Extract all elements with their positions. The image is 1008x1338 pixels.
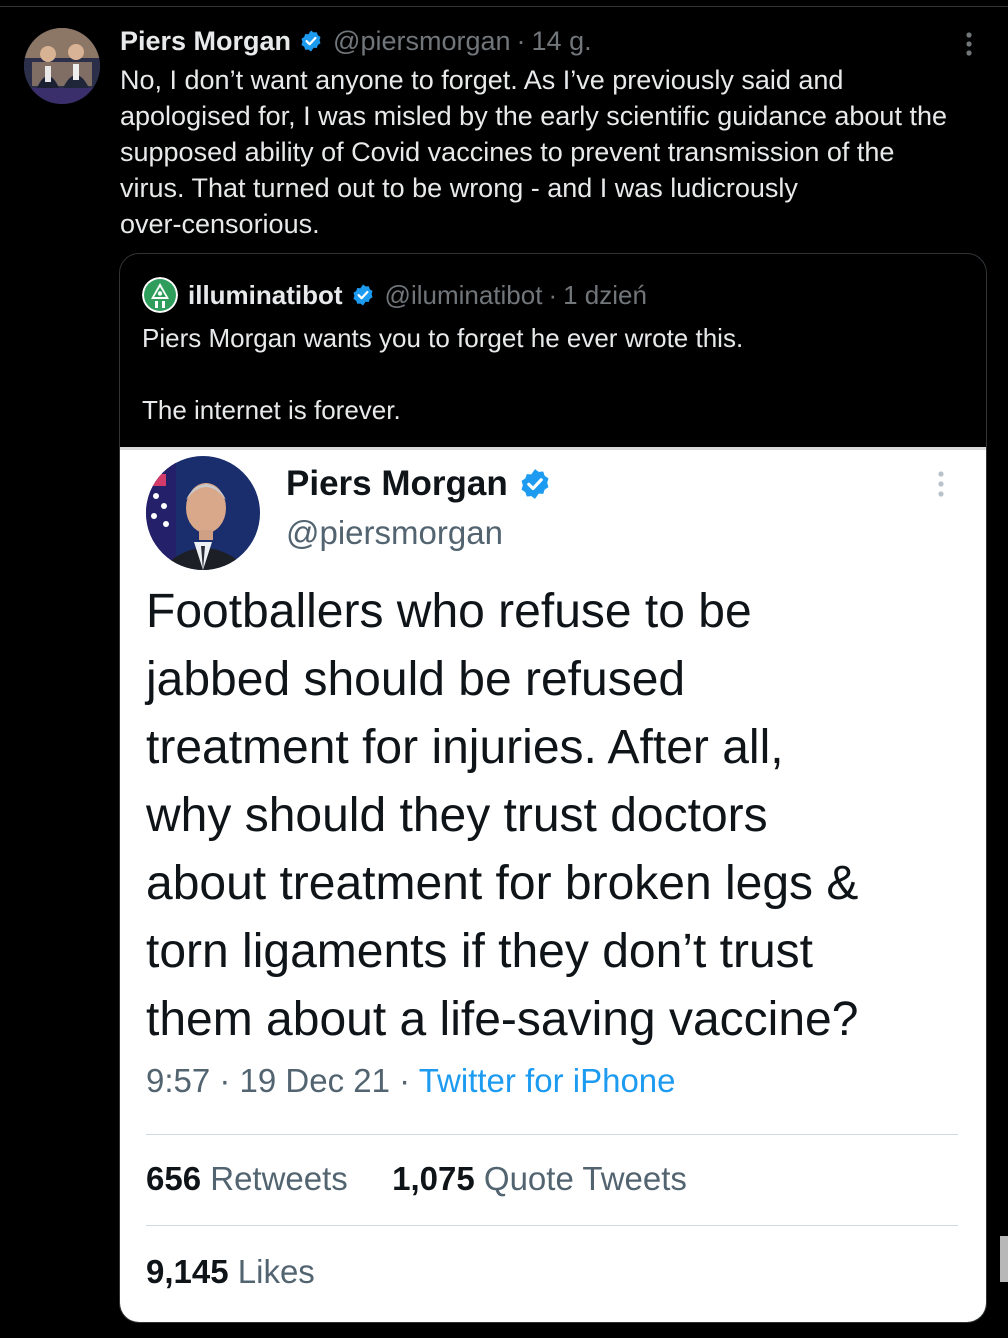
quoted-text-line: Piers Morgan wants you to forget he ever… bbox=[142, 323, 744, 353]
embedded-tweet-screenshot[interactable]: Piers Morgan @piersmorgan Footballers wh… bbox=[120, 447, 986, 1322]
separator-dot: · bbox=[516, 25, 526, 56]
tweet-time[interactable]: 14 g. bbox=[532, 26, 592, 57]
screenshot-tweet-text: Footballers who refuse to be jabbed shou… bbox=[146, 578, 858, 1054]
likes-label: Likes bbox=[237, 1253, 315, 1290]
likes-count: 9,145 bbox=[146, 1253, 229, 1290]
retweets-label: Retweets bbox=[210, 1160, 348, 1197]
screenshot-name-row: Piers Morgan bbox=[286, 462, 552, 506]
screenshot-retweet-stats: 656 Retweets 1,075 Quote Tweets bbox=[146, 1160, 687, 1198]
screenshot-divider bbox=[146, 1225, 958, 1226]
screenshot-text-line: Footballers who refuse to be bbox=[146, 585, 752, 638]
quoted-author-handle[interactable]: @iluminatibot bbox=[385, 280, 543, 311]
screenshot-author-avatar bbox=[146, 456, 260, 570]
author-avatar[interactable] bbox=[24, 28, 100, 104]
quoted-author-name[interactable]: illuminatibot bbox=[188, 280, 343, 311]
tweet-text: No, I don’t want anyone to forget. As I’… bbox=[120, 62, 990, 242]
screenshot-source: Twitter for iPhone bbox=[418, 1062, 676, 1099]
tweet-text-line: apologised for, I was misled by the earl… bbox=[120, 101, 947, 131]
verified-badge-icon bbox=[299, 29, 323, 53]
verified-badge-icon bbox=[518, 467, 552, 501]
tweet-text-line: supposed ability of Covid vaccines to pr… bbox=[120, 137, 895, 167]
screenshot-text-line: about treatment for broken legs & bbox=[146, 857, 859, 910]
author-name[interactable]: Piers Morgan bbox=[120, 26, 291, 57]
screenshot-divider bbox=[146, 1134, 958, 1135]
screenshot-timestamp: 9:57 · 19 Dec 21 · bbox=[146, 1062, 419, 1099]
quoted-text-line: The internet is forever. bbox=[142, 395, 401, 425]
quotes-count: 1,075 bbox=[392, 1160, 475, 1197]
screenshot-text-line: them about a life-saving vaccine? bbox=[146, 993, 859, 1046]
tweet-text-line: No, I don’t want anyone to forget. As I’… bbox=[120, 65, 844, 95]
quoted-tweet-time[interactable]: 1 dzień bbox=[563, 280, 647, 311]
screenshot-author-name: Piers Morgan bbox=[286, 464, 508, 503]
author-handle[interactable]: @piersmorgan bbox=[333, 26, 510, 57]
scrollbar-thumb[interactable] bbox=[1000, 1236, 1008, 1282]
screenshot-text-line: why should they trust doctors bbox=[146, 789, 768, 842]
screenshot-text-line: treatment for injuries. After all, bbox=[146, 721, 784, 774]
more-vertical-icon[interactable] bbox=[952, 30, 986, 60]
more-vertical-icon bbox=[928, 468, 954, 502]
verified-badge-icon bbox=[351, 283, 375, 307]
screenshot-like-stats: 9,145 Likes bbox=[146, 1253, 315, 1291]
retweets-count: 656 bbox=[146, 1160, 202, 1197]
quoted-author-avatar bbox=[142, 277, 178, 313]
quoted-tweet-header: illuminatibot @iluminatibot · 1 dzień bbox=[142, 276, 647, 314]
quoted-tweet-text: Piers Morgan wants you to forget he ever… bbox=[142, 320, 743, 428]
screenshot-meta: 9:57 · 19 Dec 21 · Twitter for iPhone bbox=[146, 1062, 676, 1100]
quotes-label: Quote Tweets bbox=[483, 1160, 687, 1197]
tweet-text-line: virus. That turned out to be wrong - and… bbox=[120, 173, 798, 203]
separator-dot: · bbox=[548, 279, 558, 310]
top-divider bbox=[0, 6, 1008, 7]
screenshot-text-line: torn ligaments if they don’t trust bbox=[146, 925, 813, 978]
tweet-text-line: over-censorious. bbox=[120, 209, 320, 239]
tweet-header: Piers Morgan @piersmorgan · 14 g. bbox=[120, 24, 592, 58]
screenshot-author-handle: @piersmorgan bbox=[286, 514, 503, 551]
screenshot-text-line: jabbed should be refused bbox=[146, 653, 686, 706]
quoted-tweet-card[interactable]: illuminatibot @iluminatibot · 1 dzień Pi… bbox=[119, 253, 987, 1323]
